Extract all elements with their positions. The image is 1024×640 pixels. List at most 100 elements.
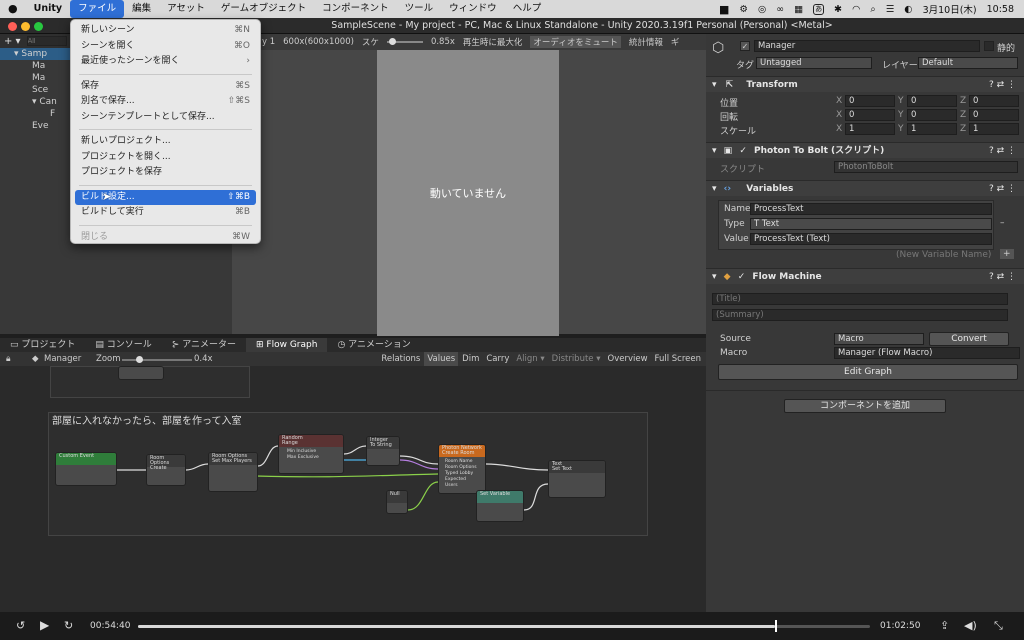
search-icon[interactable]: ⌕ [870, 4, 875, 15]
menubar-time[interactable]: 10:58 [987, 4, 1014, 15]
file-menu-item[interactable]: 保存 ⌘S [75, 79, 256, 95]
transform-y-field[interactable]: 0 [907, 95, 957, 107]
add-variable-button[interactable]: + [1000, 249, 1014, 259]
photon-to-bolt-header[interactable]: ▾ ▣ ✓ Photon To Bolt (スクリプト) ? ⇄ ⋮ [706, 142, 1024, 158]
flow-graph-canvas[interactable]: 部屋に入れなかったら、部屋を作って入室 Custom Event Room Op… [0, 366, 706, 612]
overview-button[interactable]: Overview [605, 352, 651, 366]
graph-node-set-max-players[interactable]: Room Options Set Max Players [208, 452, 258, 492]
menu-component[interactable]: コンポーネント [314, 0, 397, 18]
expand-icon[interactable]: ▾ [706, 272, 717, 282]
variables-header[interactable]: ▾ ‹› Variables ? ⇄ ⋮ [706, 180, 1024, 196]
expand-icon[interactable]: ▾ [706, 184, 717, 194]
menu-assets[interactable]: アセット [159, 0, 213, 18]
axis-label-x[interactable]: X [836, 110, 842, 120]
hierarchy-search-input[interactable] [26, 36, 67, 46]
transform-z-field[interactable]: 0 [969, 95, 1019, 107]
variable-name-field[interactable]: ProcessText [750, 203, 992, 215]
layer-select[interactable]: Default [918, 57, 1018, 69]
axis-label-z[interactable]: Z [960, 110, 966, 120]
variable-value-field[interactable]: ProcessText (Text) [750, 233, 992, 245]
axis-label-y[interactable]: Y [898, 110, 904, 120]
active-checkbox[interactable]: ✓ [740, 41, 750, 51]
notification-icon[interactable]: ◐ [904, 4, 912, 15]
file-menu-item[interactable]: プロジェクトを開く... [75, 150, 256, 166]
component-enabled-checkbox[interactable]: ✓ [735, 146, 747, 156]
apple-icon[interactable]: ● [0, 0, 26, 18]
mute-audio-toggle[interactable]: オーディオをミュート [530, 36, 621, 48]
status-icon-1[interactable]: ⚙ [739, 4, 748, 15]
full-screen-button[interactable]: Full Screen [652, 352, 704, 366]
flow-machine-header[interactable]: ▾ ◆ ✓ Flow Machine ? ⇄ ⋮ [706, 268, 1024, 284]
display-select[interactable]: y 1 [262, 37, 275, 47]
bluetooth-icon[interactable]: ✱ [834, 4, 842, 15]
zoom-slider[interactable] [122, 356, 192, 363]
ime-indicator[interactable]: あ [813, 3, 825, 15]
graph-node-null[interactable]: Null [386, 490, 408, 514]
axis-label-z[interactable]: Z [960, 124, 966, 134]
transform-y-field[interactable]: 1 [907, 123, 957, 135]
axis-label-x[interactable]: X [836, 96, 842, 106]
file-menu-item[interactable]: プロジェクトを保存 [75, 165, 256, 181]
rewind-15-icon[interactable]: ↺ [16, 619, 25, 632]
tab-animation[interactable]: ◷ アニメーション [327, 338, 420, 352]
file-menu-item[interactable]: 新しいシーン ⌘N [75, 23, 256, 39]
volume-icon[interactable]: ◀) [964, 619, 977, 632]
axis-label-x[interactable]: X [836, 124, 842, 134]
status-icon-2[interactable]: ◎ [758, 4, 766, 15]
transform-header[interactable]: ▾ ⇱ Transform ? ⇄ ⋮ [706, 76, 1024, 92]
axis-label-y[interactable]: Y [898, 96, 904, 106]
graph-node-set-text[interactable]: Text Set Text [548, 460, 606, 498]
graph-node-custom-event[interactable]: Custom Event [55, 452, 117, 486]
flow-summary-field[interactable]: (Summary) [712, 309, 1008, 321]
minimize-window-icon[interactable] [21, 22, 30, 31]
graph-object-label[interactable]: Manager [44, 354, 81, 364]
play-icon[interactable]: ▶ [40, 618, 49, 632]
tab-flow-graph[interactable]: ⊞ Flow Graph [246, 338, 328, 352]
component-menu-icon[interactable]: ? ⇄ ⋮ [989, 77, 1016, 93]
graph-node-random-range[interactable]: Random Range Min Inclusive Max Exclusive [278, 434, 344, 474]
stats-toggle[interactable]: 統計情報 [629, 36, 663, 48]
file-menu-item[interactable]: シーンを開く ⌘O [75, 39, 256, 55]
new-variable-name-input[interactable]: (New Variable Name) [896, 250, 991, 260]
transform-z-field[interactable]: 1 [969, 123, 1019, 135]
status-icon-4[interactable]: ▦ [794, 4, 803, 15]
gameobject-name-field[interactable]: Manager [754, 40, 980, 52]
convert-button[interactable]: Convert [929, 332, 1009, 346]
scale-slider[interactable] [386, 38, 423, 45]
carry-button[interactable]: Carry [483, 352, 512, 366]
static-checkbox[interactable] [984, 41, 994, 51]
remove-variable-button[interactable]: – [1000, 218, 1005, 228]
gizmos-toggle[interactable]: ギ [671, 36, 680, 48]
maximize-on-play-toggle[interactable]: 再生時に最大化 [463, 36, 523, 48]
graph-node-create-room[interactable]: Photon Network Create Room Room Name Room… [438, 444, 486, 494]
file-menu-item[interactable]: シーンテンプレートとして保存... [75, 110, 256, 126]
dim-button[interactable]: Dim [459, 352, 482, 366]
graph-node-to-string[interactable]: Integer To String [366, 436, 400, 466]
playback-scrubber[interactable] [774, 620, 777, 632]
file-menu-item[interactable]: 最近使ったシーンを開く › [75, 54, 256, 70]
lock-icon[interactable]: 🔒︎ [6, 354, 11, 364]
menu-edit[interactable]: 編集 [124, 0, 159, 18]
wifi-icon[interactable]: ◠ [852, 4, 860, 15]
transform-x-field[interactable]: 1 [845, 123, 895, 135]
graph-node-create-room-options[interactable]: Room Options Create [146, 454, 186, 486]
transform-x-field[interactable]: 0 [845, 109, 895, 121]
menu-tools[interactable]: ツール [397, 0, 442, 18]
share-icon[interactable]: ⇪ [940, 619, 949, 632]
component-menu-icon[interactable]: ? ⇄ ⋮ [989, 143, 1016, 159]
exit-fullscreen-icon[interactable]: ⤡ [994, 619, 1003, 633]
file-menu-item[interactable]: 閉じる ⌘W [75, 230, 256, 246]
control-center-icon[interactable]: ☰ [886, 4, 895, 15]
flow-title-field[interactable]: (Title) [712, 293, 1008, 305]
menu-gameobject[interactable]: ゲームオブジェクト [213, 0, 314, 18]
menu-file[interactable]: ファイル [70, 0, 125, 18]
file-menu-item[interactable]: ビルドして実行 ⌘B [75, 205, 256, 221]
forward-15-icon[interactable]: ↻ [64, 619, 73, 632]
distribute-button[interactable]: Distribute ▾ [549, 352, 604, 366]
tag-select[interactable]: Untagged [756, 57, 872, 69]
file-menu-item[interactable]: 新しいプロジェクト... [75, 134, 256, 150]
transform-y-field[interactable]: 0 [907, 109, 957, 121]
source-select[interactable]: Macro [834, 333, 924, 345]
axis-label-y[interactable]: Y [898, 124, 904, 134]
expand-icon[interactable]: ▾ [706, 146, 717, 156]
